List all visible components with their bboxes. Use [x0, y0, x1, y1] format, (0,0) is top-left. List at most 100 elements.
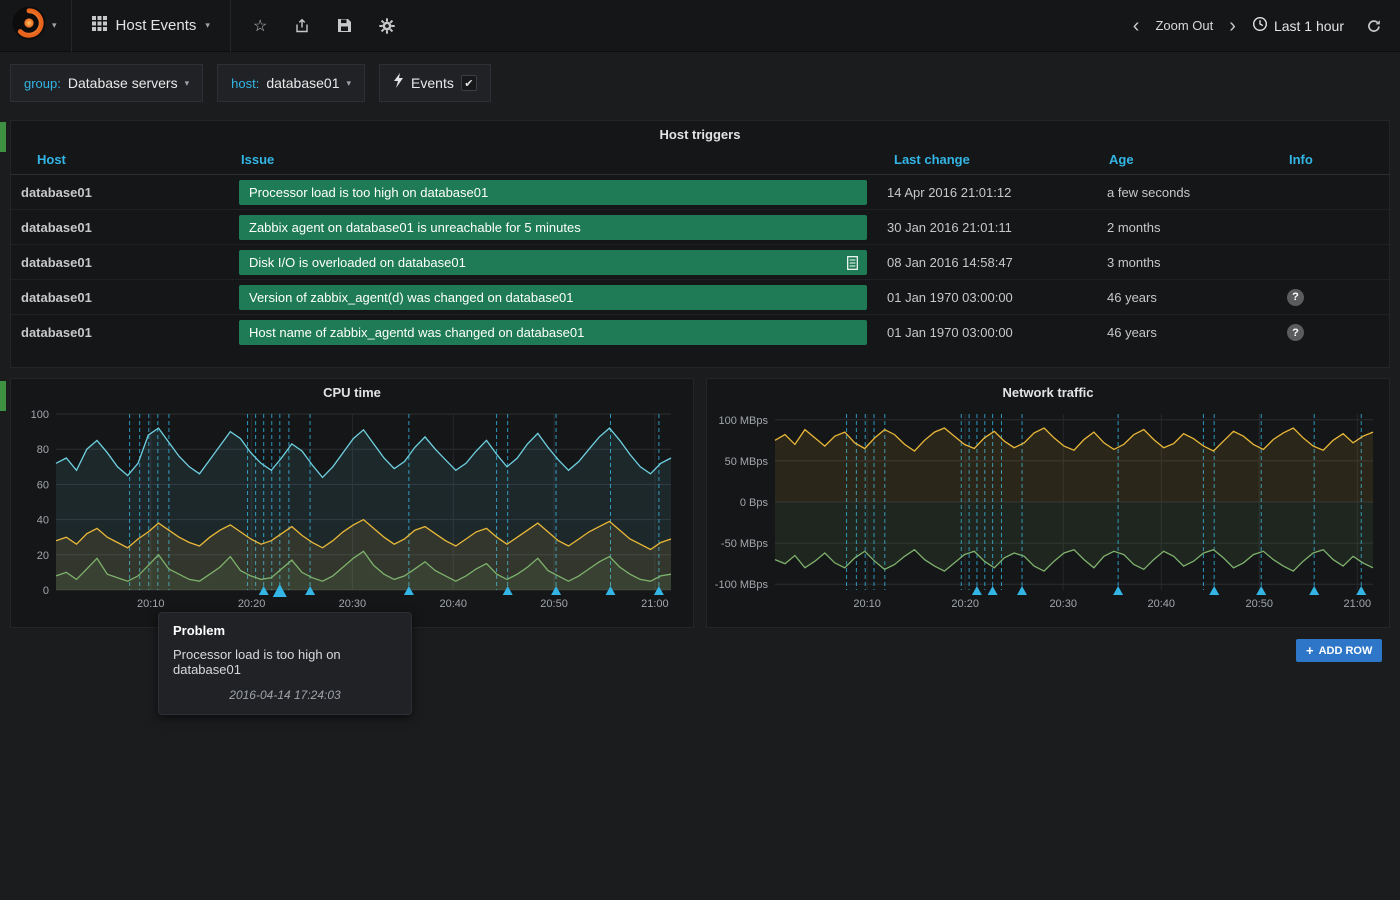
gear-icon[interactable] — [379, 18, 395, 34]
variable-group-dropdown[interactable]: group: Database servers ▾ — [10, 64, 203, 102]
save-icon[interactable] — [337, 18, 352, 33]
table-row: database01 Disk I/O is overloaded on data… — [11, 245, 1391, 280]
annotation-marker[interactable] — [988, 586, 998, 595]
age-cell: a few seconds — [1097, 175, 1277, 210]
network-traffic-panel-title[interactable]: Network traffic — [707, 379, 1389, 404]
last-change-cell: 14 Apr 2016 21:01:12 — [877, 175, 1097, 210]
column-header-last-change[interactable]: Last change — [877, 146, 1097, 175]
cpu-time-chart[interactable]: 02040608010020:1020:2020:3020:4020:5021:… — [11, 404, 693, 626]
question-circle-icon[interactable]: ? — [1287, 324, 1304, 341]
y-axis-tick-label: 40 — [37, 515, 49, 527]
question-circle-icon[interactable]: ? — [1287, 289, 1304, 306]
time-range-picker[interactable]: Last 1 hour — [1252, 16, 1344, 35]
x-axis-tick-label: 20:40 — [1147, 598, 1175, 610]
y-axis-tick-label: 100 MBps — [718, 415, 768, 427]
series-fill — [775, 502, 1373, 571]
network-traffic-panel: Network traffic 100 MBps50 MBps0 Bps-50 … — [706, 378, 1390, 628]
info-cell — [1277, 245, 1391, 280]
dashboard-grid-icon — [92, 16, 107, 36]
last-change-cell: 01 Jan 1970 03:00:00 — [877, 280, 1097, 315]
table-row: database01 Processor load is too high on … — [11, 175, 1391, 210]
top-navbar: ▾ Host Events ▾ ☆ — [0, 0, 1400, 52]
add-row-label: ADD ROW — [1319, 645, 1373, 657]
variable-host-dropdown[interactable]: host: database01 ▾ — [217, 64, 365, 102]
add-row-button[interactable]: + ADD ROW — [1296, 639, 1382, 662]
time-range-label: Last 1 hour — [1274, 18, 1344, 34]
network-traffic-chart[interactable]: 100 MBps50 MBps0 Bps-50 MBps-100 MBps20:… — [707, 404, 1389, 626]
cpu-time-panel: CPU time 02040608010020:1020:2020:3020:4… — [10, 378, 694, 628]
issue-cell: Disk I/O is overloaded on database01 — [229, 245, 877, 280]
navbar-actions: ☆ — [231, 16, 395, 36]
y-axis-tick-label: 60 — [37, 479, 49, 491]
dashboard-title-dropdown[interactable]: Host Events ▾ — [71, 0, 231, 52]
issue-severity-badge[interactable]: Version of zabbix_agent(d) was changed o… — [239, 285, 867, 310]
table-row: database01Version of zabbix_agent(d) was… — [11, 280, 1391, 315]
annotation-tooltip-title: Problem — [173, 623, 397, 638]
variable-group-label: group: — [24, 76, 61, 91]
grafana-menu[interactable]: ▾ — [0, 0, 71, 52]
annotation-marker[interactable] — [1256, 586, 1266, 595]
document-icon[interactable] — [847, 256, 858, 270]
row-tab-triggers[interactable] — [0, 122, 6, 152]
issue-severity-badge[interactable]: Disk I/O is overloaded on database01 — [239, 250, 867, 275]
annotation-tooltip: Problem Processor load is too high on da… — [158, 612, 412, 715]
time-controls: ‹ Zoom Out › Last 1 hour — [1129, 16, 1400, 36]
host-cell: database01 — [11, 210, 229, 245]
bolt-icon — [393, 73, 404, 93]
cpu-time-panel-title[interactable]: CPU time — [11, 379, 693, 404]
time-back-icon[interactable]: ‹ — [1129, 16, 1144, 36]
star-icon[interactable]: ☆ — [253, 16, 267, 36]
host-triggers-panel-title[interactable]: Host triggers — [11, 121, 1389, 146]
host-cell: database01 — [11, 245, 229, 280]
zoom-out-button[interactable]: Zoom Out — [1155, 18, 1213, 33]
annotation-tooltip-text: Processor load is too high on database01 — [173, 647, 397, 677]
annotation-marker[interactable] — [972, 586, 982, 595]
issue-severity-badge[interactable]: Processor load is too high on database01 — [239, 180, 867, 205]
table-row: database01 Zabbix agent on database01 is … — [11, 210, 1391, 245]
issue-severity-badge[interactable]: Host name of zabbix_agentd was changed o… — [239, 320, 867, 345]
variable-host-label: host: — [231, 76, 259, 91]
annotation-marker[interactable] — [1113, 586, 1123, 595]
dashboard-title: Host Events — [116, 17, 197, 34]
time-forward-icon[interactable]: › — [1225, 16, 1240, 36]
x-axis-tick-label: 20:20 — [951, 598, 979, 610]
annotation-marker[interactable] — [1017, 586, 1027, 595]
x-axis-tick-label: 20:30 — [339, 598, 367, 610]
issue-cell: Host name of zabbix_agentd was changed o… — [229, 315, 877, 350]
x-axis-tick-label: 20:50 — [1246, 598, 1274, 610]
grafana-dashboard: ▾ Host Events ▾ ☆ — [0, 0, 1400, 900]
age-cell: 46 years — [1097, 315, 1277, 350]
column-header-issue[interactable]: Issue — [229, 146, 877, 175]
column-header-host[interactable]: Host — [11, 146, 229, 175]
grafana-logo-icon[interactable] — [12, 6, 46, 45]
last-change-cell: 01 Jan 1970 03:00:00 — [877, 315, 1097, 350]
host-cell: database01 — [11, 315, 229, 350]
y-axis-tick-label: 50 MBps — [725, 456, 769, 468]
row-tab-charts[interactable] — [0, 381, 6, 411]
table-row: database01 Host name of zabbix_agentd was… — [11, 315, 1391, 350]
host-cell: database01 — [11, 175, 229, 210]
host-triggers-panel: Host triggers Host Issue Last change Age… — [10, 120, 1390, 368]
y-axis-tick-label: 0 Bps — [740, 497, 769, 509]
share-icon[interactable] — [294, 18, 310, 34]
annotations-checkbox[interactable]: ✔ — [461, 75, 477, 91]
last-change-cell: 08 Jan 2016 14:58:47 — [877, 245, 1097, 280]
age-cell: 46 years — [1097, 280, 1277, 315]
age-cell: 3 months — [1097, 245, 1277, 280]
y-axis-tick-label: 80 — [37, 444, 49, 456]
annotations-toggle[interactable]: Events ✔ — [379, 64, 491, 102]
column-header-age[interactable]: Age — [1097, 146, 1277, 175]
template-variables-bar: group: Database servers ▾ host: database… — [0, 52, 1400, 114]
info-cell: ? — [1277, 315, 1391, 350]
y-axis-tick-label: 100 — [31, 409, 49, 421]
issue-severity-badge[interactable]: Zabbix agent on database01 is unreachabl… — [239, 215, 867, 240]
variable-group-value: Database servers — [68, 75, 178, 91]
triggers-table: Host Issue Last change Age Info database… — [11, 146, 1391, 350]
annotation-marker[interactable] — [1309, 586, 1319, 595]
refresh-icon[interactable] — [1366, 18, 1382, 34]
x-axis-tick-label: 21:00 — [641, 598, 669, 610]
annotation-marker[interactable] — [1209, 586, 1219, 595]
annotation-tooltip-time: 2016-04-14 17:24:03 — [173, 688, 397, 702]
column-header-info[interactable]: Info — [1277, 146, 1391, 175]
annotations-label: Events — [411, 75, 454, 91]
